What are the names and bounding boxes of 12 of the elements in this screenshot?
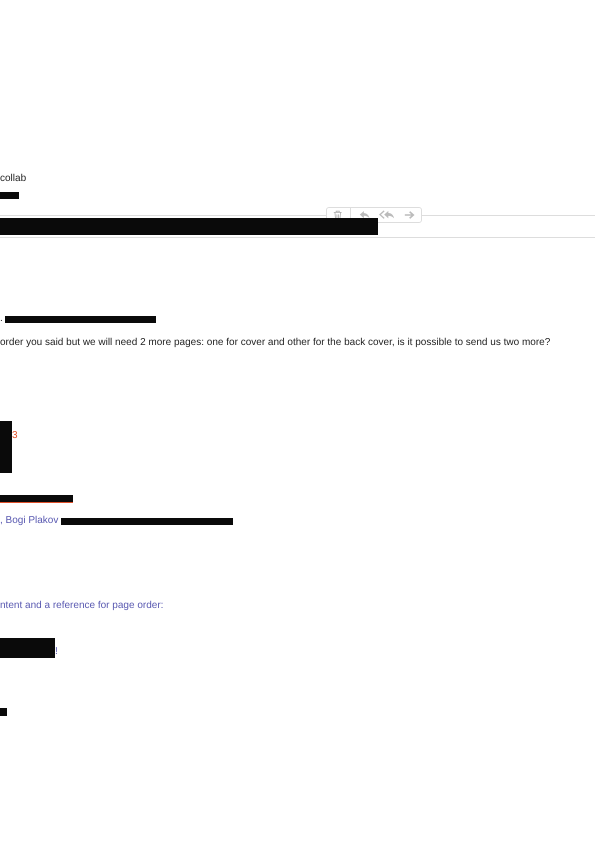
closing-text: ! xyxy=(55,646,58,658)
recipients-text: , Bogi Plakov xyxy=(0,515,58,527)
subject-text: collab xyxy=(0,173,26,184)
redaction-bar xyxy=(0,192,19,199)
quote-text: ntent and a reference for page order: xyxy=(0,600,164,612)
redaction-block xyxy=(0,421,12,473)
signature-text: 3 xyxy=(12,430,18,442)
message-text: order you said but we will need 2 more pages: one for cover and other for the back cover, is it possible to send us two more? xyxy=(0,337,550,349)
redaction-bar xyxy=(0,708,7,716)
reply-icon[interactable] xyxy=(359,210,371,220)
greeting-text: . xyxy=(0,313,3,325)
redaction-block xyxy=(0,638,55,658)
